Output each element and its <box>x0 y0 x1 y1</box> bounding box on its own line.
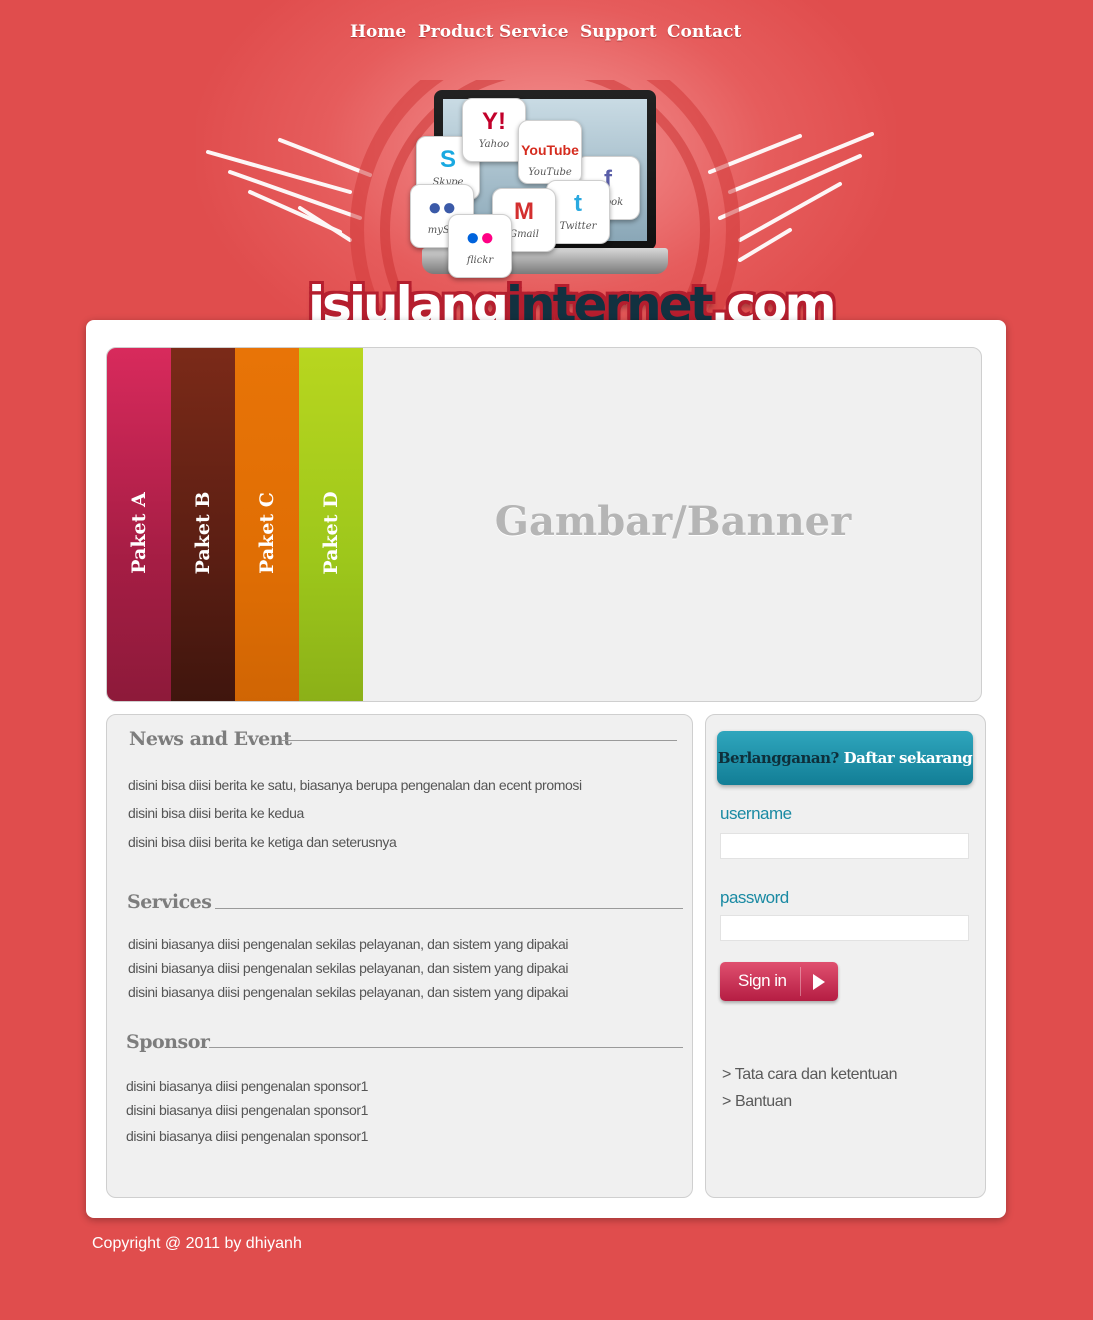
sponsor-item: disini biasanya diisi pengenalan sponsor… <box>126 1078 368 1094</box>
banner-placeholder: Gambar/Banner <box>494 498 852 545</box>
username-label: username <box>720 804 792 823</box>
services-divider <box>215 908 683 909</box>
news-divider <box>281 740 677 741</box>
nav-home[interactable]: Home <box>350 22 406 42</box>
main-panel: Paket A Paket B Paket C Paket D Gambar/B… <box>86 320 1006 1218</box>
login-panel: Berlangganan? Daftar sekarang username p… <box>705 714 986 1198</box>
help-link[interactable]: > Bantuan <box>722 1093 792 1111</box>
news-item: disini bisa diisi berita ke satu, biasan… <box>128 777 582 793</box>
sponsor-item: disini biasanya diisi pengenalan sponsor… <box>126 1102 368 1118</box>
tab-paket-a[interactable]: Paket A <box>107 348 171 701</box>
tab-paket-c[interactable]: Paket C <box>235 348 299 701</box>
news-panel: News and Event disini bisa diisi berita … <box>106 714 693 1198</box>
news-item: disini bisa diisi berita ke ketiga dan s… <box>128 834 397 850</box>
username-field[interactable] <box>720 833 969 859</box>
services-item: disini biasanya diisi pengenalan sekilas… <box>128 984 569 1000</box>
subscribe-button[interactable]: Berlangganan? Daftar sekarang <box>717 731 973 785</box>
nav-support[interactable]: Support <box>580 22 657 42</box>
services-item: disini biasanya diisi pengenalan sekilas… <box>128 936 569 952</box>
flickr-icon: ●● flickr <box>448 214 512 278</box>
sponsor-divider <box>209 1047 683 1048</box>
password-label: password <box>720 888 789 907</box>
nav-service[interactable]: Service <box>499 22 569 42</box>
sign-in-label: Sign in <box>738 971 787 990</box>
yahoo-icon: Y! Yahoo <box>462 98 526 162</box>
news-title: News and Event <box>129 728 292 750</box>
services-title: Services <box>127 891 212 913</box>
package-slider: Paket A Paket B Paket C Paket D Gambar/B… <box>106 347 982 702</box>
tab-paket-b[interactable]: Paket B <box>171 348 235 701</box>
sign-in-separator <box>800 967 801 996</box>
services-item: disini biasanya diisi pengenalan sekilas… <box>128 960 569 976</box>
footer-copyright: Copyright @ 2011 by dhiyanh <box>92 1235 302 1252</box>
play-arrow-icon <box>813 974 825 990</box>
sign-in-button[interactable]: Sign in <box>720 962 838 1001</box>
sponsor-title: Sponsor <box>126 1031 210 1053</box>
top-nav: Home Product Service Support Contact <box>0 22 1093 50</box>
password-field[interactable] <box>720 915 969 941</box>
nav-contact[interactable]: Contact <box>667 22 741 42</box>
youtube-icon: YouTube YouTube <box>518 120 582 184</box>
header-artwork: SSkype febook Y!Yahoo YouTubeYouTube ●●m… <box>200 80 890 350</box>
news-item: disini bisa diisi berita ke kedua <box>128 805 304 821</box>
nav-product[interactable]: Product <box>418 22 494 42</box>
sponsor-item: disini biasanya diisi pengenalan sponsor… <box>126 1128 368 1144</box>
tab-paket-d[interactable]: Paket D <box>299 348 363 701</box>
terms-link[interactable]: > Tata cara dan ketentuan <box>722 1066 898 1084</box>
